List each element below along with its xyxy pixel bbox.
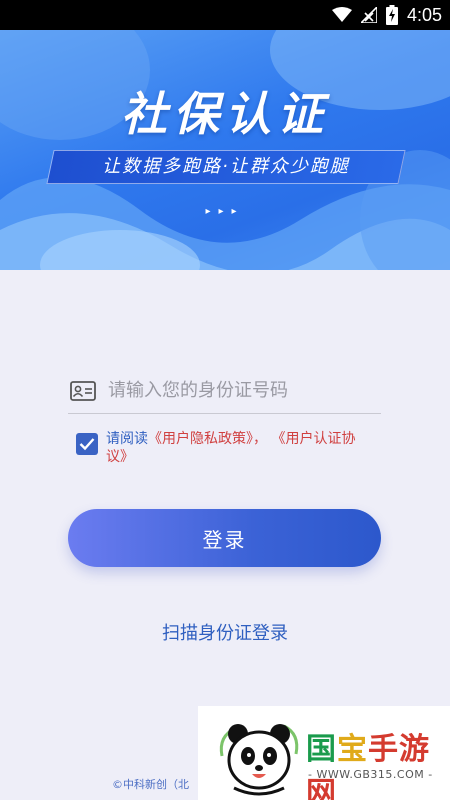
- privacy-policy-link[interactable]: 《用户隐私政策》: [148, 431, 253, 447]
- watermark-name-part-1: 国: [306, 732, 337, 767]
- banner-title: 社保认证: [121, 87, 329, 141]
- banner: 社保认证 让数据多跑路·让群众少跑腿 ▸▸▸: [0, 30, 450, 270]
- watermark-name: 国宝手游网: [306, 724, 450, 800]
- id-card-icon: [70, 380, 96, 401]
- battery-charging-icon: [385, 5, 398, 25]
- watermark-url: - WWW.GB315.COM -: [308, 768, 433, 781]
- watermark: 国宝手游网 - WWW.GB315.COM -: [198, 706, 450, 800]
- status-bar: 4:05: [0, 0, 450, 30]
- banner-slogan: 让数据多跑路·让群众少跑腿: [102, 156, 350, 177]
- login-button[interactable]: 登录: [68, 509, 381, 567]
- checkmark-icon: [79, 438, 95, 451]
- watermark-name-part-2: 宝: [337, 732, 368, 767]
- id-number-field[interactable]: [68, 368, 381, 414]
- copyright-text: ©中科新创（北: [112, 778, 189, 791]
- wifi-icon: [331, 7, 352, 22]
- status-icons: 4:05: [331, 0, 442, 30]
- panda-logo-icon: [219, 724, 299, 796]
- agreement-row: 请阅读《用户隐私政策》， 《用户认证协议》: [76, 430, 376, 466]
- banner-arrows: ▸▸▸: [205, 206, 245, 217]
- scan-id-login-link[interactable]: 扫描身份证登录: [0, 619, 450, 645]
- signal-icon: [360, 7, 377, 23]
- agreement-checkbox[interactable]: [76, 433, 98, 455]
- agreement-text: 请阅读《用户隐私政策》， 《用户认证协议》: [106, 430, 376, 466]
- status-time: 4:05: [406, 4, 442, 25]
- agreement-prefix: 请阅读: [106, 431, 148, 447]
- agreement-separator: ，: [253, 431, 267, 447]
- id-number-input[interactable]: [108, 380, 368, 401]
